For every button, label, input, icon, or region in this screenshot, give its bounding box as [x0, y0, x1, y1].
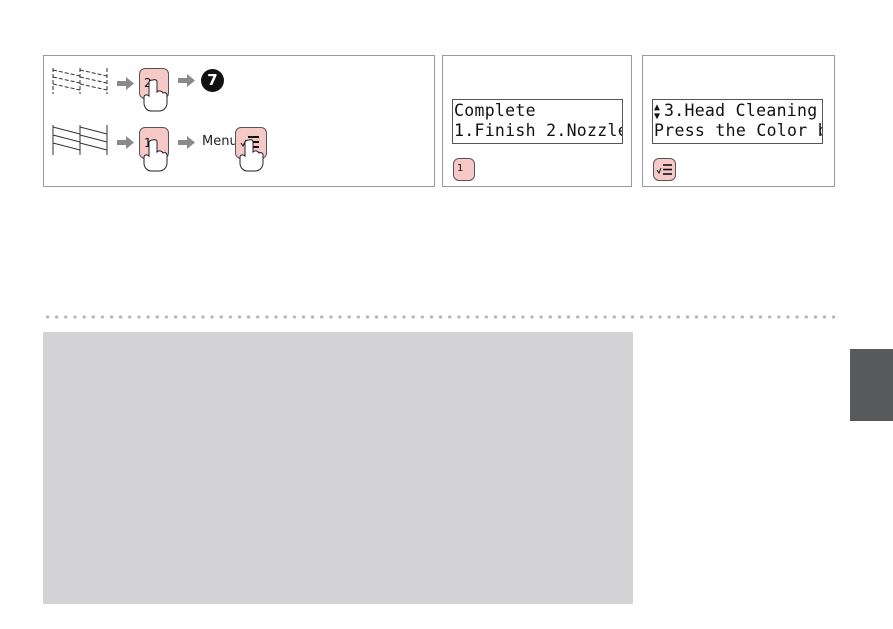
broken-nozzle-pattern-icon [52, 68, 108, 94]
menu-list-icon [656, 164, 672, 175]
lcd-line-2: Press the Color bu [654, 121, 823, 140]
menu-label: Menu [202, 134, 238, 149]
lcd-line-1: 3.Head Cleaning [664, 101, 818, 120]
arrow-right-icon [117, 136, 134, 149]
arrow-right-icon [117, 77, 134, 90]
pressing-hand-icon [143, 79, 168, 112]
good-nozzle-pattern-icon [52, 125, 108, 155]
dotted-divider [43, 315, 835, 319]
step-number-badge: 7 [201, 69, 224, 92]
arrow-right-icon [178, 74, 195, 87]
arrow-right-icon [178, 136, 195, 149]
pressing-hand-icon [143, 139, 168, 172]
note-box [43, 332, 633, 604]
chapter-side-tab [850, 349, 893, 421]
key-1-button[interactable]: 1 [453, 158, 475, 181]
lcd-display: ▲ ▼ 3.Head Cleaning Press the Color bu [652, 99, 823, 144]
lcd-display: Complete 1.Finish 2.Nozzle C [452, 99, 623, 144]
menu-button[interactable] [653, 158, 676, 181]
pressing-hand-icon [239, 139, 264, 172]
up-down-arrows-icon: ▲ ▼ [654, 101, 661, 122]
lcd-line-1: Complete [454, 101, 536, 120]
lcd-line-2: 1.Finish 2.Nozzle C [454, 121, 623, 140]
